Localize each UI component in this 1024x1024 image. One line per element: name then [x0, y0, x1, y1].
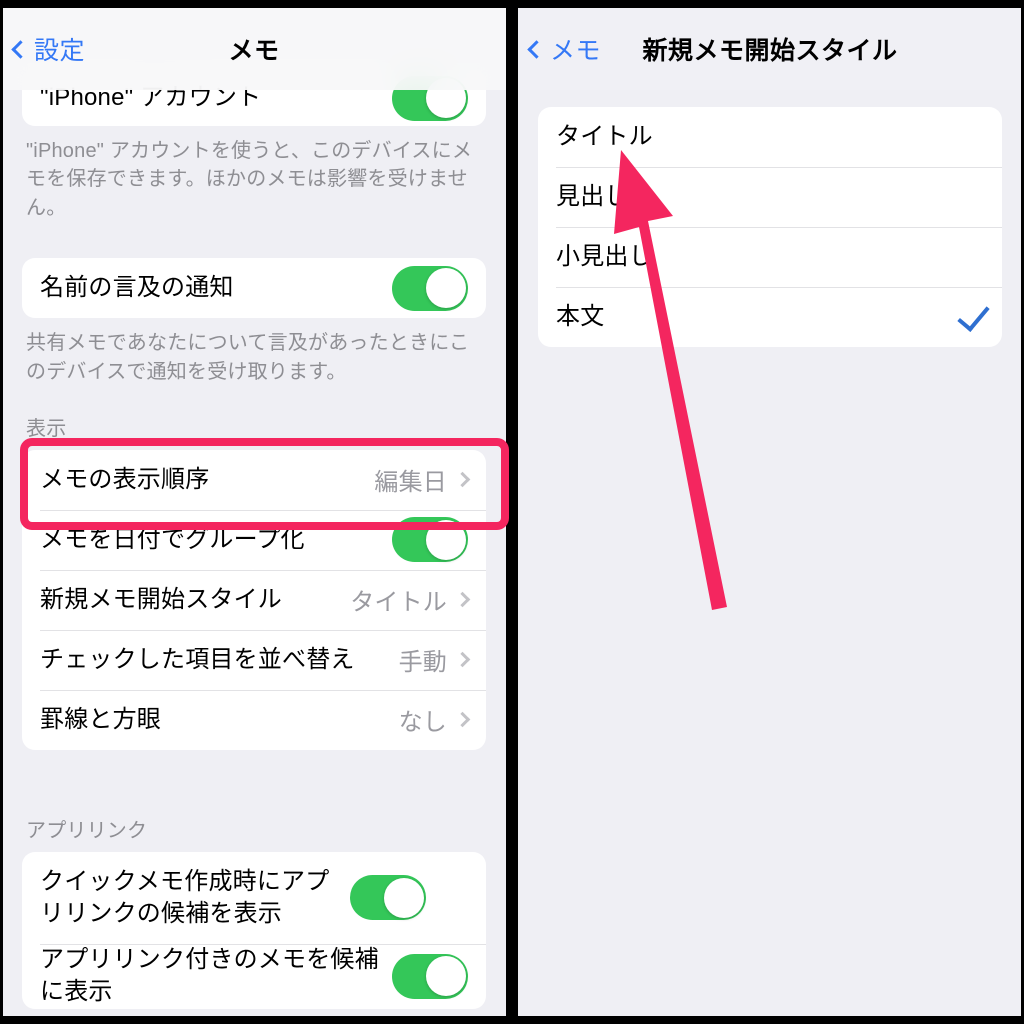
option-row-body[interactable]: 本文 — [538, 287, 1002, 347]
option-label: 小見出し — [556, 242, 653, 270]
toggle-notes-with-applink-suggestions[interactable] — [392, 953, 468, 999]
row-value: タイトル — [350, 589, 447, 617]
row-quickmemo-applink-suggestions[interactable]: クイックメモ作成時にアプリリンクの候補を表示 — [22, 852, 486, 944]
left-phone-panel: "iPhone" アカウント "iPhone" アカウントを使うと、このデバイス… — [2, 8, 506, 1024]
option-row-heading[interactable]: 見出し — [538, 167, 1002, 227]
chevron-right-icon — [454, 592, 471, 608]
row-new-note-start-style[interactable]: 新規メモ開始スタイル タイトル — [22, 569, 486, 630]
right-phone-panel: メモ 新規メモ開始スタイル タイトル 見出し 小見出し 本文 — [518, 8, 1022, 1024]
left-navbar: 設定 メモ — [2, 8, 506, 90]
footnote-iphone-account: "iPhone" アカウントを使うと、このデバイスにメモを保存できます。ほかのメ… — [26, 140, 473, 219]
page-title: 新規メモ開始スタイル — [642, 37, 898, 65]
right-navbar: メモ 新規メモ開始スタイル — [518, 8, 1022, 90]
row-notes-with-applink-suggestions[interactable]: アプリリンク付きのメモを候補に表示 — [22, 943, 486, 1009]
row-label: アプリリンク付きのメモを候補に表示 — [40, 945, 379, 1006]
toggle-knob — [383, 877, 424, 918]
screenshot-root: "iPhone" アカウント "iPhone" アカウントを使うと、このデバイス… — [0, 0, 1024, 1024]
panel-divider — [510, 0, 514, 1024]
toggle-knob — [425, 956, 466, 997]
row-label: 名前の言及の通知 — [40, 273, 234, 301]
toggle-knob — [425, 268, 466, 309]
option-row-subheading[interactable]: 小見出し — [538, 227, 1002, 287]
toggle-mention-notification[interactable] — [392, 265, 468, 311]
row-label: チェックした項目を並べ替え — [40, 645, 355, 673]
row-value: 編集日 — [374, 469, 447, 497]
toggle-quickmemo-applink-suggestions[interactable] — [350, 875, 426, 921]
row-value: 手動 — [398, 649, 447, 677]
frame-edge-top — [0, 0, 1024, 8]
chevron-right-icon — [454, 712, 471, 728]
section-header-applink: アプリリンク — [26, 819, 148, 842]
row-mention-notification[interactable]: 名前の言及の通知 — [22, 258, 486, 318]
row-note-sort-order[interactable]: メモの表示順序 編集日 — [22, 450, 486, 510]
row-label: メモの表示順序 — [40, 465, 210, 493]
row-label: クイックメモ作成時にアプリリンクの候補を表示 — [40, 867, 330, 927]
row-group-notes-by-date[interactable]: メモを日付でグループ化 — [22, 509, 486, 570]
right-scroll-content[interactable]: タイトル 見出し 小見出し 本文 — [518, 8, 1022, 1024]
toggle-knob — [425, 519, 466, 560]
option-label: タイトル — [556, 122, 653, 150]
row-sort-checked-items[interactable]: チェックした項目を並べ替え 手動 — [22, 629, 486, 690]
page-title: メモ — [228, 37, 280, 65]
option-label: 本文 — [556, 302, 605, 330]
display-settings-card: メモの表示順序 編集日 メモを日付でグループ化 新規メモ開始スタイル タイトル … — [22, 449, 486, 750]
section-header-display: 表示 — [26, 417, 67, 440]
applink-card: クイックメモ作成時にアプリリンクの候補を表示 アプリリンク付きのメモを候補に表示 — [22, 851, 486, 1009]
row-label: 罫線と方眼 — [40, 705, 161, 733]
option-row-title[interactable]: タイトル — [538, 107, 1002, 167]
row-lines-and-grids[interactable]: 罫線と方眼 なし — [22, 689, 486, 750]
frame-edge-left — [0, 0, 3, 1024]
toggle-group-notes-by-date[interactable] — [392, 517, 468, 563]
checkmark-icon — [962, 298, 984, 336]
row-value: なし — [398, 709, 447, 737]
chevron-right-icon — [454, 472, 471, 488]
chevron-right-icon — [454, 652, 471, 668]
option-label: 見出し — [556, 182, 629, 210]
mention-card: 名前の言及の通知 — [22, 258, 486, 319]
start-style-options-card: タイトル 見出し 小見出し 本文 — [538, 107, 1002, 347]
left-scroll-content[interactable]: "iPhone" アカウント "iPhone" アカウントを使うと、このデバイス… — [2, 8, 506, 1024]
footnote-mention-notification: 共有メモであなたについて言及があったときにこのデバイスで通知を受け取ります。 — [26, 332, 470, 383]
row-label: 新規メモ開始スタイル — [40, 585, 282, 613]
frame-edge-bottom — [0, 1016, 1024, 1024]
row-label: メモを日付でグループ化 — [40, 525, 305, 553]
